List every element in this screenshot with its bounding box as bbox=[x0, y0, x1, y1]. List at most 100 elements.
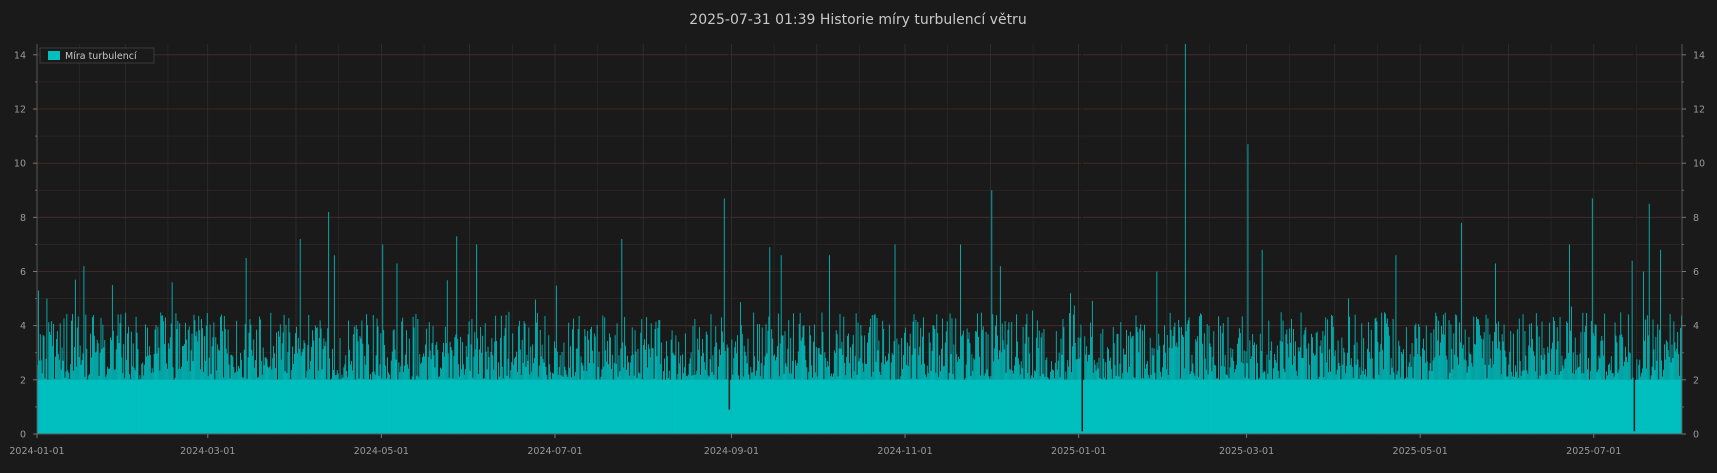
turbulence-bar bbox=[460, 336, 461, 434]
turbulence-bar bbox=[751, 372, 753, 434]
turbulence-bar bbox=[1421, 379, 1422, 434]
turbulence-bar bbox=[394, 349, 396, 434]
turbulence-bar bbox=[758, 324, 760, 434]
turbulence-bar bbox=[58, 359, 60, 434]
turbulence-bar bbox=[1256, 344, 1257, 434]
turbulence-bar bbox=[685, 375, 687, 434]
turbulence-bar bbox=[1112, 327, 1114, 434]
turbulence-bar bbox=[1620, 312, 1622, 434]
turbulence-bar bbox=[262, 347, 264, 434]
turbulence-bar bbox=[407, 368, 409, 434]
turbulence-bar bbox=[160, 312, 162, 434]
turbulence-bar bbox=[980, 312, 982, 434]
turbulence-bar bbox=[479, 349, 480, 434]
turbulence-bar bbox=[611, 354, 613, 434]
turbulence-bar bbox=[642, 379, 644, 434]
turbulence-bar bbox=[946, 321, 948, 434]
turbulence-bar bbox=[1053, 378, 1055, 434]
turbulence-bar bbox=[895, 379, 897, 434]
turbulence-bar bbox=[309, 369, 311, 434]
turbulence-bar bbox=[1468, 336, 1470, 434]
turbulence-bar bbox=[454, 337, 456, 434]
turbulence-bar bbox=[656, 356, 658, 434]
turbulence-bar bbox=[643, 344, 645, 434]
turbulence-bar bbox=[245, 257, 247, 434]
turbulence-bar bbox=[1517, 377, 1519, 434]
turbulence-bar bbox=[412, 316, 414, 434]
turbulence-bar bbox=[831, 373, 832, 434]
turbulence-bar bbox=[1025, 324, 1027, 434]
turbulence-bar bbox=[1632, 377, 1634, 434]
turbulence-bar bbox=[316, 327, 318, 434]
turbulence-bar bbox=[926, 365, 928, 434]
turbulence-bar bbox=[201, 319, 202, 434]
turbulence-bar bbox=[1648, 203, 1650, 434]
turbulence-bar bbox=[1127, 335, 1129, 434]
turbulence-bar bbox=[1059, 377, 1061, 434]
turbulence-bar bbox=[228, 364, 230, 434]
turbulence-bar bbox=[1024, 343, 1026, 434]
turbulence-bar bbox=[706, 334, 708, 434]
turbulence-bar bbox=[772, 338, 774, 434]
turbulence-bar bbox=[1226, 375, 1228, 434]
turbulence-bar bbox=[923, 317, 924, 434]
turbulence-bar bbox=[1414, 325, 1416, 434]
turbulence-bar bbox=[313, 340, 314, 434]
turbulence-bar bbox=[1645, 319, 1646, 434]
turbulence-bar bbox=[1075, 359, 1077, 434]
turbulence-bar bbox=[1355, 364, 1357, 434]
turbulence-bar bbox=[1460, 222, 1462, 434]
turbulence-bar bbox=[748, 374, 750, 434]
turbulence-bar bbox=[917, 322, 919, 434]
turbulence-bar bbox=[384, 345, 386, 434]
turbulence-bar bbox=[55, 356, 56, 434]
turbulence-bar bbox=[110, 337, 111, 434]
turbulence-bar bbox=[79, 345, 81, 434]
turbulence-bar bbox=[215, 336, 217, 434]
turbulence-bar bbox=[1122, 372, 1124, 434]
turbulence-bar bbox=[325, 341, 327, 434]
turbulence-bar bbox=[559, 355, 561, 434]
turbulence-bar bbox=[130, 331, 132, 434]
turbulence-bar bbox=[254, 367, 256, 434]
turbulence-bar bbox=[1053, 370, 1054, 434]
turbulence-bar bbox=[1259, 333, 1261, 434]
turbulence-bar bbox=[81, 360, 83, 434]
turbulence-bar bbox=[1627, 314, 1629, 434]
turbulence-bar bbox=[1462, 344, 1464, 434]
x-tick-label: 2025-01-01 bbox=[1051, 446, 1106, 457]
turbulence-bar bbox=[1330, 314, 1332, 434]
turbulence-bar bbox=[257, 377, 258, 434]
turbulence-bar bbox=[1051, 361, 1052, 434]
turbulence-bar bbox=[662, 379, 664, 434]
turbulence-bar bbox=[692, 325, 694, 434]
turbulence-bar bbox=[1162, 367, 1163, 434]
turbulence-bar bbox=[925, 376, 927, 434]
turbulence-bar bbox=[848, 333, 849, 434]
turbulence-bar bbox=[1587, 369, 1588, 434]
turbulence-bar bbox=[940, 371, 941, 434]
turbulence-bar bbox=[788, 320, 790, 434]
turbulence-bar bbox=[1229, 367, 1231, 434]
turbulence-bar bbox=[63, 318, 65, 434]
turbulence-bar bbox=[456, 236, 458, 434]
turbulence-bar bbox=[1439, 355, 1440, 434]
turbulence-bar bbox=[1068, 366, 1070, 434]
turbulence-bar bbox=[1538, 336, 1540, 434]
chart-root: 2025-07-31 01:39 Historie míry turbulenc… bbox=[0, 0, 1717, 473]
turbulence-bar bbox=[393, 329, 395, 434]
turbulence-bar bbox=[277, 331, 279, 434]
turbulence-bar bbox=[106, 374, 108, 434]
turbulence-bar bbox=[764, 356, 766, 434]
turbulence-bar bbox=[1535, 313, 1537, 434]
turbulence-bar bbox=[1316, 331, 1318, 434]
turbulence-bar bbox=[1415, 323, 1417, 434]
turbulence-bar bbox=[1148, 377, 1150, 434]
turbulence-bar bbox=[619, 371, 621, 434]
turbulence-bar bbox=[1035, 371, 1036, 434]
turbulence-bar bbox=[920, 327, 922, 434]
turbulence-bar bbox=[1629, 353, 1631, 434]
turbulence-bar bbox=[872, 371, 874, 434]
turbulence-bar bbox=[733, 358, 735, 434]
turbulence-bar bbox=[1441, 325, 1442, 434]
